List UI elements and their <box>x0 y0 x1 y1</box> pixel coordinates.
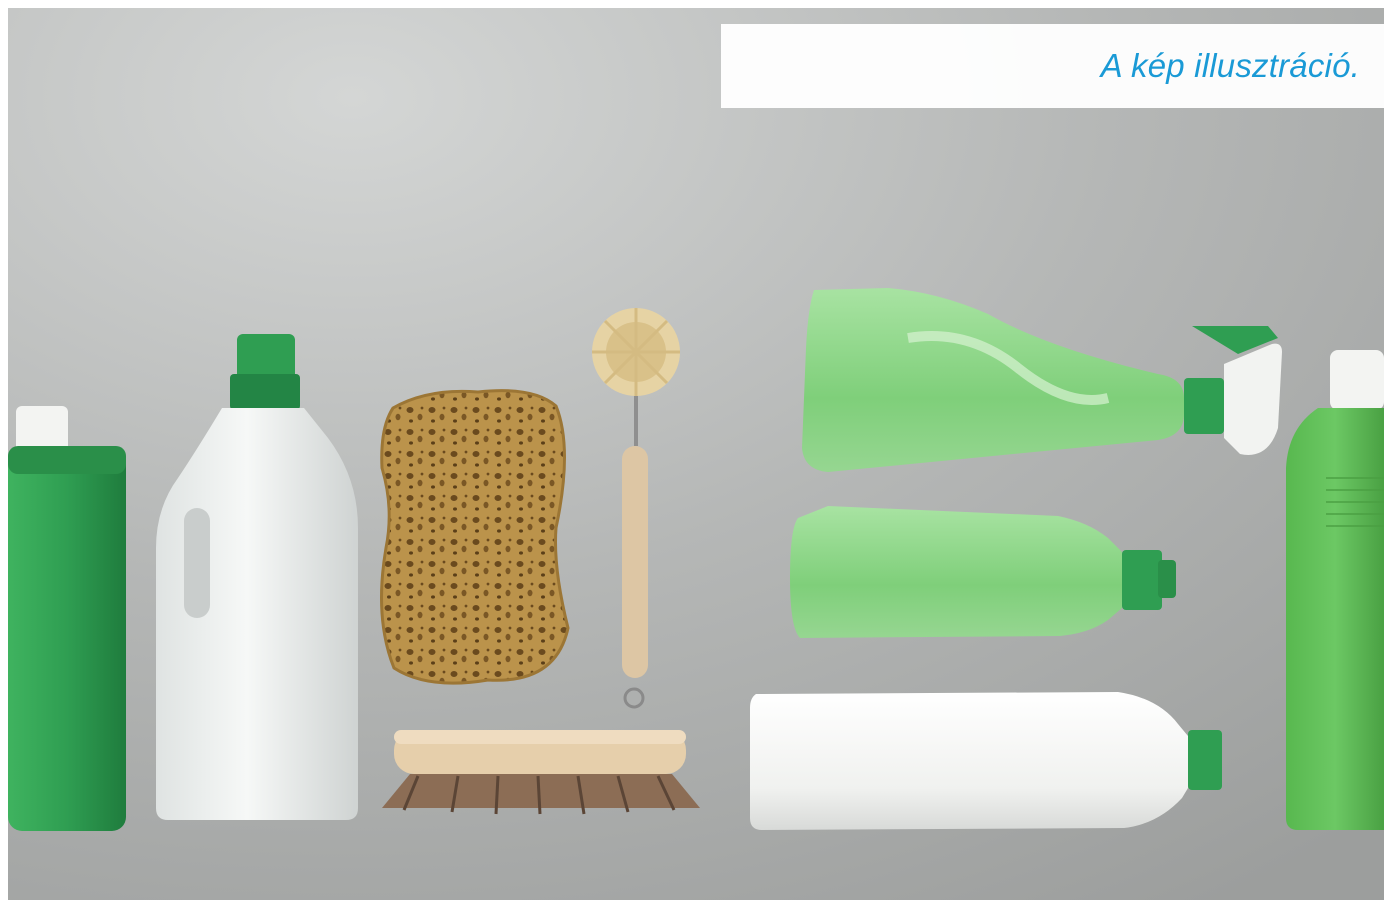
caption-box: A kép illusztráció. <box>721 24 1384 108</box>
green-detergent-bottle <box>8 406 126 831</box>
photo <box>8 8 1384 900</box>
natural-sponge <box>380 389 570 685</box>
white-cleaner-bottle <box>750 692 1222 830</box>
scrubbing-brush <box>382 730 700 815</box>
caption-text: A kép illusztráció. <box>1100 47 1360 84</box>
